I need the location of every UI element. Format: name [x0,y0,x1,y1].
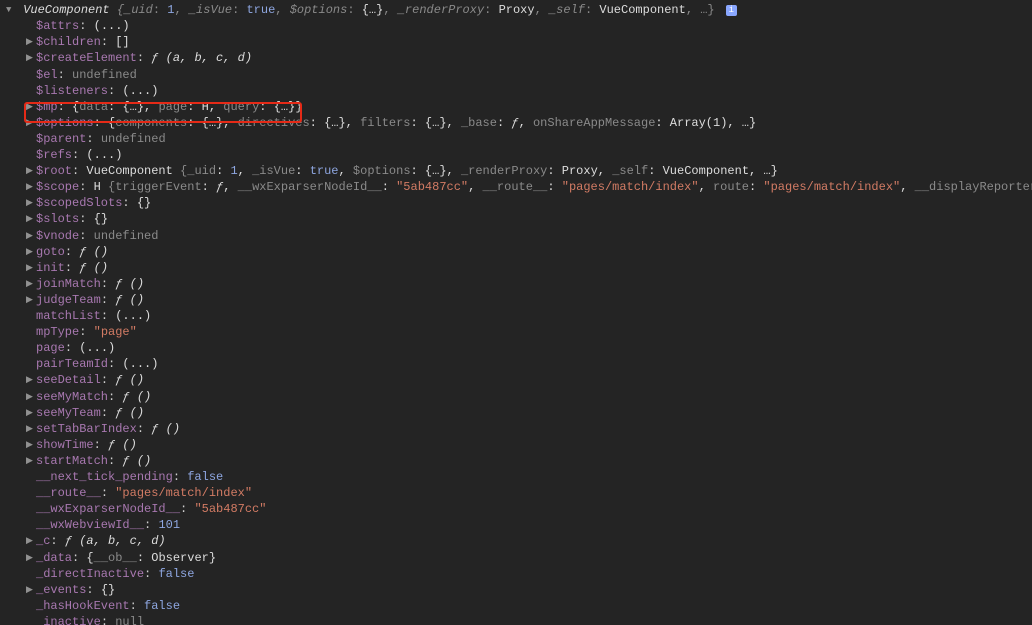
property-row[interactable]: ▶showTime: ƒ () [0,437,1032,453]
info-icon[interactable]: i [726,5,737,16]
expand-icon[interactable]: ▶ [26,582,34,598]
property-row[interactable]: __wxWebviewId__: 101 [0,517,1032,533]
property-row[interactable]: pairTeamId: (...) [0,356,1032,372]
expand-icon[interactable]: ▶ [26,453,34,469]
property-row[interactable]: __next_tick_pending: false [0,469,1032,485]
property-row[interactable]: ▶seeDetail: ƒ () [0,372,1032,388]
expand-icon[interactable]: ▶ [26,437,34,453]
property-row[interactable]: __wxExparserNodeId__: "5ab487cc" [0,501,1032,517]
property-row[interactable]: ▶$createElement: ƒ (a, b, c, d) [0,50,1032,66]
property-row[interactable]: ▶$slots: {} [0,211,1032,227]
property-row[interactable]: $parent: undefined [0,131,1032,147]
property-row[interactable]: $listeners: (...) [0,83,1032,99]
property-row[interactable]: _inactive: null [0,614,1032,625]
property-row[interactable]: $refs: (...) [0,147,1032,163]
expand-icon[interactable]: ▶ [26,276,34,292]
expand-icon[interactable]: ▶ [26,195,34,211]
property-row[interactable]: ▶setTabBarIndex: ƒ () [0,421,1032,437]
property-row[interactable]: page: (...) [0,340,1032,356]
expand-icon[interactable]: ▶ [26,50,34,66]
expand-icon[interactable]: ▶ [26,421,34,437]
property-row[interactable]: ▶$options: {components: {…}, directives:… [0,115,1032,131]
expand-icon[interactable]: ▶ [26,372,34,388]
expand-icon[interactable]: ▶ [26,179,34,195]
expand-icon[interactable]: ▶ [26,260,34,276]
property-row[interactable]: ▶$vnode: undefined [0,228,1032,244]
expand-icon[interactable]: ▶ [26,34,34,50]
property-row[interactable]: $el: undefined [0,67,1032,83]
property-row[interactable]: ▶_data: {__ob__: Observer} [0,550,1032,566]
console-object-tree: ▼ VueComponent {_uid: 1, _isVue: true, $… [0,0,1032,625]
expand-icon[interactable]: ▶ [26,405,34,421]
expand-icon[interactable]: ▶ [26,533,34,549]
property-row[interactable]: ▶joinMatch: ƒ () [0,276,1032,292]
property-row[interactable]: _hasHookEvent: false [0,598,1032,614]
object-header[interactable]: ▼ VueComponent {_uid: 1, _isVue: true, $… [0,2,1032,18]
expand-icon[interactable]: ▶ [26,211,34,227]
expand-icon[interactable]: ▶ [26,115,34,131]
property-row[interactable]: __route__: "pages/match/index" [0,485,1032,501]
property-row[interactable]: $attrs: (...) [0,18,1032,34]
expand-icon[interactable]: ▼ [6,2,14,18]
property-row[interactable]: ▶$scopedSlots: {} [0,195,1032,211]
property-row[interactable]: ▶_events: {} [0,582,1032,598]
property-row[interactable]: ▶$mp: {data: {…}, page: H, query: {…}} [0,99,1032,115]
property-row[interactable]: ▶$children: [] [0,34,1032,50]
property-row[interactable]: ▶_c: ƒ (a, b, c, d) [0,533,1032,549]
property-row[interactable]: ▶seeMyTeam: ƒ () [0,405,1032,421]
expand-icon[interactable]: ▶ [26,99,34,115]
property-row[interactable]: ▶goto: ƒ () [0,244,1032,260]
property-row[interactable]: ▶seeMyMatch: ƒ () [0,389,1032,405]
expand-icon[interactable]: ▶ [26,292,34,308]
property-row[interactable]: ▶startMatch: ƒ () [0,453,1032,469]
property-row[interactable]: ▶$root: VueComponent {_uid: 1, _isVue: t… [0,163,1032,179]
property-row[interactable]: ▶$scope: H {triggerEvent: ƒ, __wxExparse… [0,179,1032,195]
property-row[interactable]: ▶init: ƒ () [0,260,1032,276]
expand-icon[interactable]: ▶ [26,228,34,244]
expand-icon[interactable]: ▶ [26,550,34,566]
expand-icon[interactable]: ▶ [26,389,34,405]
property-row[interactable]: mpType: "page" [0,324,1032,340]
property-row[interactable]: ▶judgeTeam: ƒ () [0,292,1032,308]
property-row[interactable]: matchList: (...) [0,308,1032,324]
property-row[interactable]: _directInactive: false [0,566,1032,582]
expand-icon[interactable]: ▶ [26,244,34,260]
expand-icon[interactable]: ▶ [26,163,34,179]
object-type: VueComponent [23,3,109,17]
